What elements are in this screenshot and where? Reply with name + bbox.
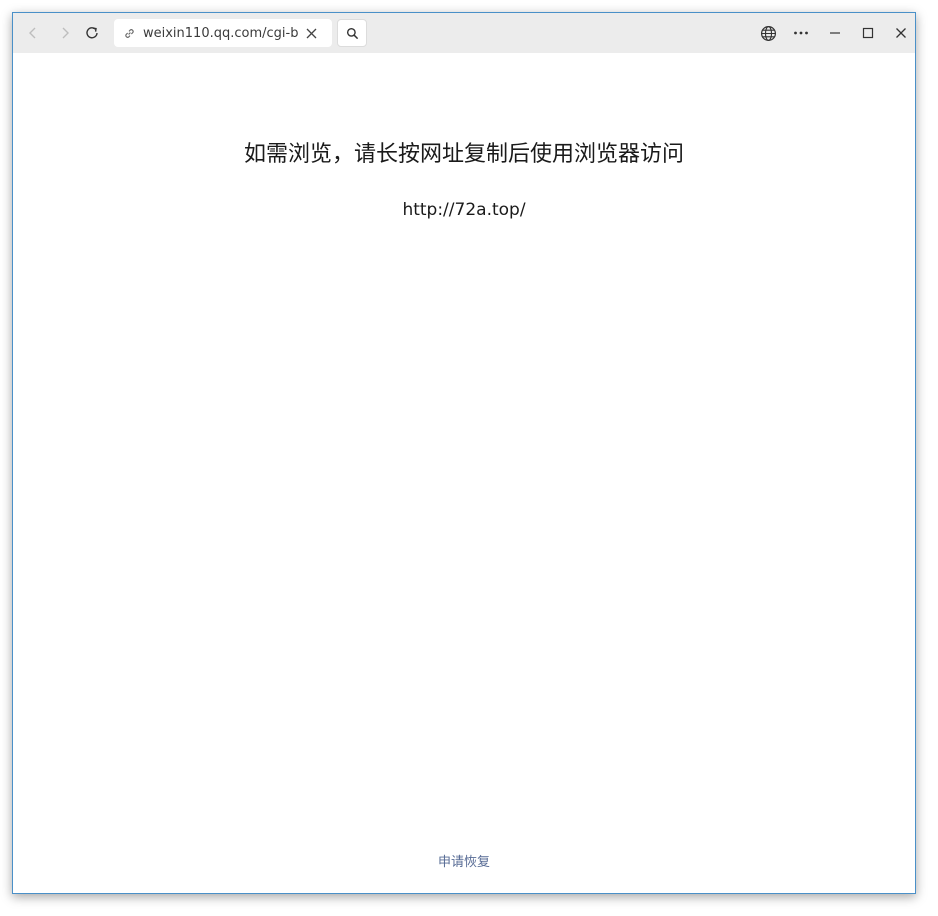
site-url[interactable]: http://72a.top/ — [13, 200, 915, 220]
close-icon — [896, 28, 906, 38]
maximize-icon — [862, 27, 874, 39]
chevron-right-icon — [62, 27, 69, 39]
reload-icon — [86, 27, 98, 39]
close-icon[interactable] — [304, 26, 318, 40]
browser-toolbar: weixin110.qq.com/cgi-bin/mmspamsupport-b… — [13, 13, 915, 53]
address-bar[interactable]: weixin110.qq.com/cgi-bin/mmspamsupport-b… — [114, 19, 332, 47]
minimize-icon — [830, 32, 840, 34]
page-message: 如需浏览，请长按网址复制后使用浏览器访问 — [243, 142, 684, 167]
globe-icon — [760, 25, 776, 41]
search-button[interactable] — [337, 19, 367, 47]
chevron-left-icon — [29, 27, 36, 39]
url-text[interactable]: weixin110.qq.com/cgi-bin/mmspamsupport-b… — [143, 26, 298, 41]
reload-button[interactable] — [80, 21, 104, 45]
minimize-button[interactable] — [823, 21, 847, 45]
link-icon — [122, 26, 136, 40]
page-content: 如需浏览，请长按网址复制后使用浏览器访问 http://72a.top/ 申请恢… — [13, 53, 915, 893]
restore-link[interactable]: 申请恢复 — [13, 851, 915, 870]
more-button[interactable] — [789, 21, 813, 45]
search-icon — [346, 27, 358, 39]
language-button[interactable] — [756, 21, 780, 45]
back-button[interactable] — [21, 21, 45, 45]
window-close-button[interactable] — [889, 21, 913, 45]
browser-window: weixin110.qq.com/cgi-bin/mmspamsupport-b… — [12, 12, 916, 894]
forward-button[interactable] — [53, 21, 77, 45]
more-icon — [794, 31, 808, 35]
maximize-button[interactable] — [856, 21, 880, 45]
